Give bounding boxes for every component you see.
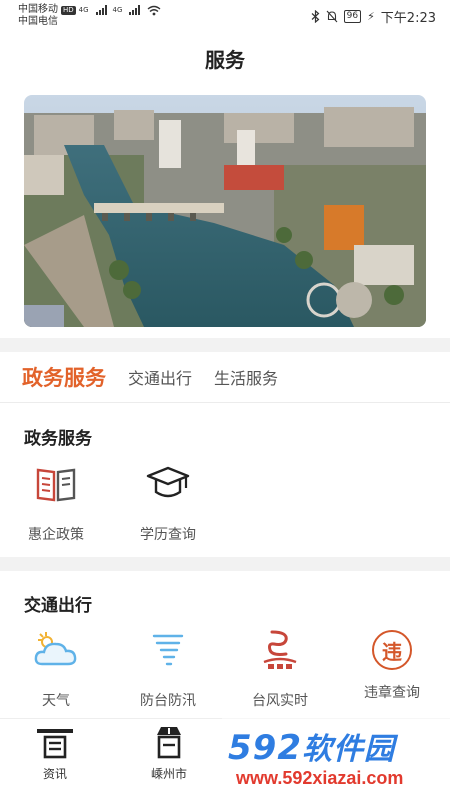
grid-item-typhoon[interactable]: 台风实时 (230, 626, 330, 710)
city-river-photo (24, 95, 426, 327)
tab-gov-services[interactable]: 政务服务 (22, 362, 106, 392)
watermark-url: www.592xiazai.com (236, 768, 404, 788)
city-icon (157, 727, 181, 759)
bluetooth-icon (311, 10, 320, 23)
carrier-2: 中国电信 (18, 16, 58, 27)
nav-item-news[interactable]: 资讯 (20, 725, 90, 782)
grid-item-label: 台风实时 (252, 693, 308, 709)
violation-glyph: 违 (382, 639, 402, 664)
watermark-logo: 592软件园 (228, 724, 395, 768)
hd-badge: HD (61, 5, 76, 15)
tab-traffic[interactable]: 交通出行 (128, 365, 192, 389)
watermark-logo-num: 592 (228, 728, 302, 768)
nav-item-label: 资讯 (42, 767, 67, 781)
cloud-icon (34, 632, 77, 666)
watermark: 592软件园 www.592xiazai.com (222, 716, 450, 800)
mute-bell-icon (326, 10, 338, 23)
graduation-cap-icon (146, 466, 190, 498)
grid-item-degree[interactable]: 学历查询 (118, 460, 218, 544)
book-icon (36, 468, 76, 502)
grid-item-label: 防台防汛 (140, 693, 196, 709)
page-title: 服务 (205, 48, 245, 72)
grid-item-label: 惠企政策 (28, 527, 84, 543)
charging-icon: ⚡ (367, 10, 375, 23)
signal-icon-2 (129, 5, 141, 15)
grid-item-policy[interactable]: 惠企政策 (6, 460, 106, 544)
section-divider (0, 557, 450, 571)
wifi-icon (147, 5, 161, 15)
banner-image[interactable] (24, 95, 426, 327)
service-tabs: 政务服务 交通出行 生活服务 (0, 352, 450, 403)
battery-indicator: 96 (343, 10, 362, 23)
signal-icon (95, 5, 107, 15)
watermark-logo-text: 软件园 (301, 732, 395, 767)
carrier-1: 中国移动 (18, 4, 58, 15)
nav-item-label: 嵊州市 (150, 767, 187, 781)
section-divider (0, 338, 450, 352)
typhoon-icon (263, 630, 297, 669)
gov-section-title: 政务服务 (24, 429, 92, 449)
tab-life-services[interactable]: 生活服务 (214, 365, 278, 389)
traffic-section-title: 交通出行 (24, 596, 92, 616)
carrier-info: 中国移动 HD 4G 4G 中国电信 (18, 4, 161, 28)
tornado-icon (152, 634, 184, 666)
network-type-2: 4G (112, 6, 123, 14)
grid-item-flood[interactable]: 防台防汛 (118, 626, 218, 710)
news-icon (37, 729, 73, 759)
grid-item-label: 天气 (42, 693, 70, 709)
clock: 下午2:23 (380, 11, 436, 26)
network-type-1: 4G (78, 6, 89, 14)
nav-item-city[interactable]: 嵊州市 (134, 725, 204, 782)
grid-item-label: 违章查询 (364, 685, 420, 701)
grid-item-weather[interactable]: 天气 (6, 626, 106, 710)
violation-icon: 违 (372, 630, 412, 670)
status-bar: 中国移动 HD 4G 4G 中国电信 96 ⚡ 下午2:23 (0, 0, 450, 32)
status-right: 96 ⚡ 下午2:23 (311, 7, 436, 26)
grid-item-label: 学历查询 (140, 527, 196, 543)
grid-item-violation[interactable]: 违 违章查询 (342, 626, 442, 702)
